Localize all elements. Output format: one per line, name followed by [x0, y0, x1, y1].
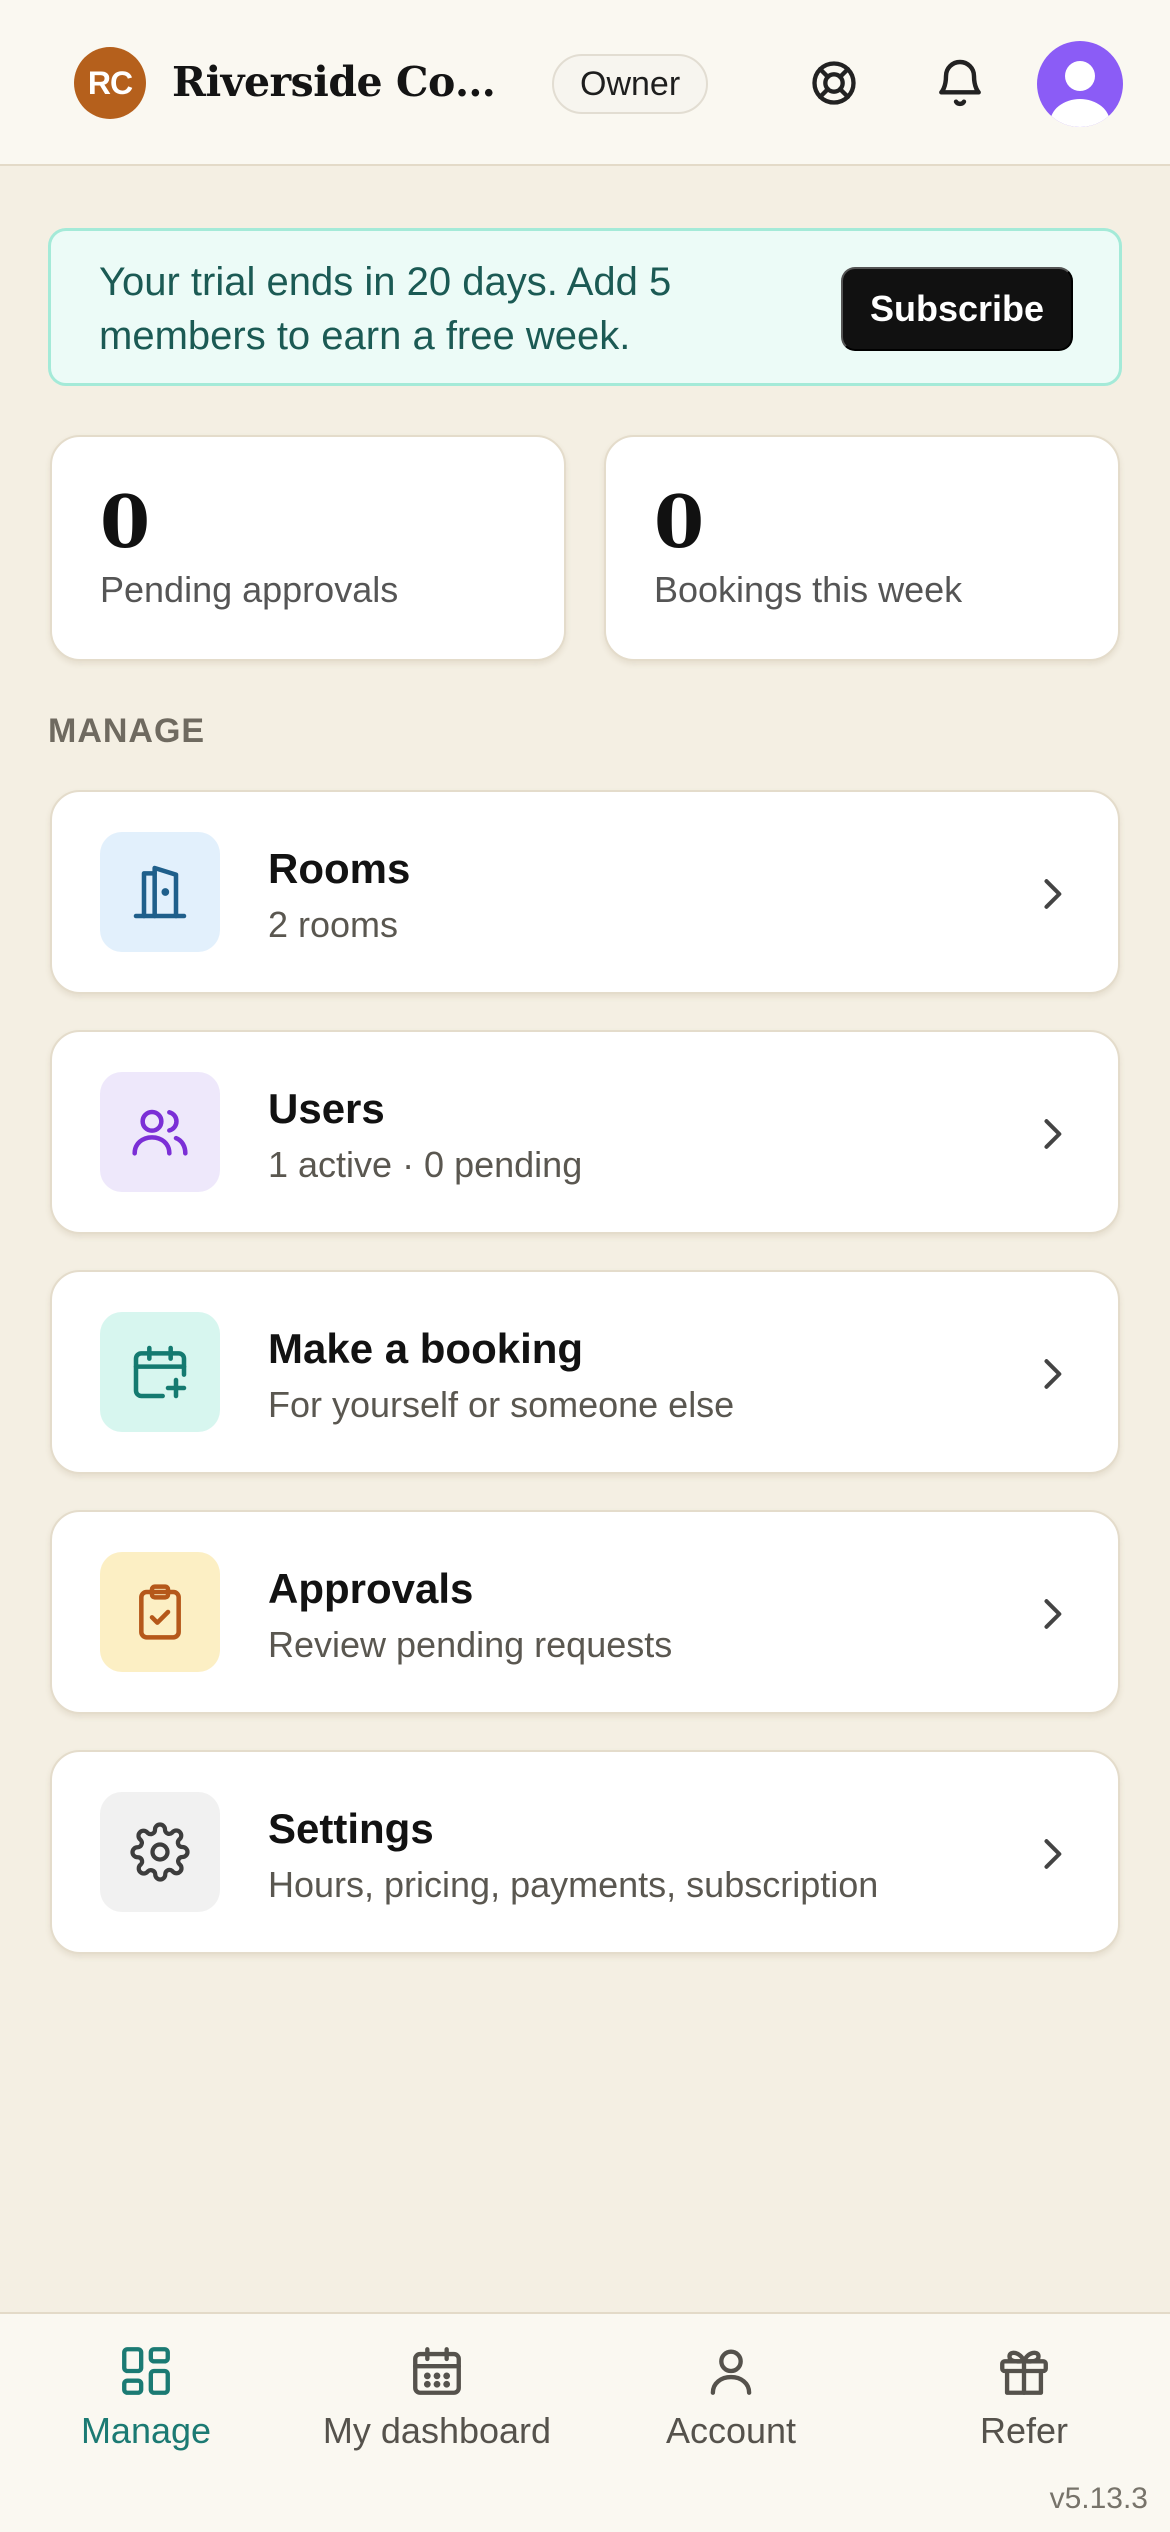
nav-label: Manage — [80, 2410, 212, 2451]
calendar-icon — [413, 2347, 461, 2395]
card-title: Settings — [268, 1805, 434, 1852]
top-header: RC Riverside Coun… Owner — [0, 0, 1170, 166]
menu-card-approvals[interactable]: Approvals Review pending requests — [50, 1510, 1120, 1714]
clipboard-check-icon — [100, 1552, 220, 1672]
card-title: Approvals — [268, 1565, 474, 1612]
users-icon — [100, 1072, 220, 1192]
card-subtitle: Review pending requests — [268, 1624, 673, 1665]
bottom-nav: Manage My dashboard Account Refer v5.13.… — [0, 2312, 1170, 2532]
nav-item-my-dashboard[interactable]: My dashboard — [297, 2342, 577, 2472]
card-subtitle: 1 active · 0 pending — [268, 1144, 583, 1185]
card-title: Make a booking — [268, 1325, 584, 1372]
card-subtitle: For yourself or someone else — [268, 1384, 735, 1425]
stat-label: Bookings this week — [654, 569, 963, 610]
trial-message: Your trial ends in 20 days. Add 5 member… — [99, 260, 672, 358]
subscribe-button[interactable]: Subscribe — [841, 267, 1073, 351]
org-name[interactable]: Riverside Coun… — [172, 56, 522, 108]
trial-banner: Your trial ends in 20 days. Add 5 member… — [48, 228, 1122, 386]
chevron-right-icon — [1044, 1839, 1062, 1869]
nav-item-manage[interactable]: Manage — [6, 2342, 286, 2472]
card-subtitle: 2 rooms — [268, 904, 399, 945]
stat-pending-approvals[interactable]: 0 Pending approvals — [50, 435, 566, 661]
section-heading-manage: MANAGE — [48, 712, 206, 750]
chevron-right-icon — [1044, 879, 1062, 909]
app-root: RC Riverside Coun… Owner Your trial ends… — [0, 0, 1170, 2532]
chevron-right-icon — [1044, 1359, 1062, 1389]
menu-card-rooms[interactable]: Rooms 2 rooms — [50, 790, 1120, 994]
nav-label: Account — [665, 2410, 797, 2451]
chevron-right-icon — [1044, 1599, 1062, 1629]
user-avatar[interactable] — [1037, 41, 1123, 127]
org-avatar[interactable]: RC — [74, 47, 146, 119]
stat-value: 0 — [100, 479, 151, 564]
nav-item-account[interactable]: Account — [591, 2342, 871, 2472]
stat-bookings-this-week[interactable]: 0 Bookings this week — [604, 435, 1120, 661]
bell-icon[interactable] — [928, 51, 992, 115]
menu-card-users[interactable]: Users 1 active · 0 pending — [50, 1030, 1120, 1234]
nav-label: My dashboard — [322, 2410, 552, 2451]
nav-label: Refer — [979, 2410, 1069, 2451]
grid-icon — [122, 2347, 170, 2395]
calendar-plus-icon — [100, 1312, 220, 1432]
menu-card-make-booking[interactable]: Make a booking For yourself or someone e… — [50, 1270, 1120, 1474]
nav-item-refer[interactable]: Refer — [884, 2342, 1164, 2472]
card-title: Users — [268, 1085, 385, 1132]
menu-card-settings[interactable]: Settings Hours, pricing, payments, subsc… — [50, 1750, 1120, 1954]
door-icon — [100, 832, 220, 952]
chevron-right-icon — [1044, 1119, 1062, 1149]
role-badge: Owner — [552, 54, 709, 114]
app-version: v5.13.3 — [1049, 2482, 1148, 2515]
stat-value: 0 — [654, 479, 705, 564]
lifebuoy-icon[interactable] — [802, 51, 866, 115]
gift-icon — [1000, 2350, 1048, 2395]
stat-label: Pending approvals — [100, 569, 399, 610]
person-icon — [710, 2349, 752, 2395]
gear-icon — [100, 1792, 220, 1912]
card-title: Rooms — [268, 845, 411, 892]
card-subtitle: Hours, pricing, payments, subscription — [268, 1864, 879, 1905]
